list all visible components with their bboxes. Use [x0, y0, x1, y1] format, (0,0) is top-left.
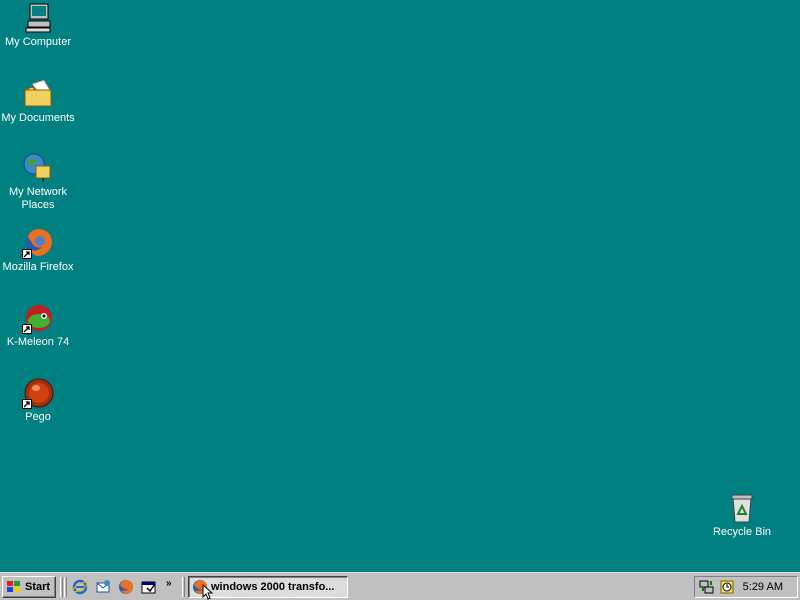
kmeleon-icon — [22, 302, 54, 334]
desktop-icon-pego[interactable]: Pego — [0, 377, 76, 424]
pego-icon — [22, 377, 54, 409]
desktop-icon-label: Pego — [25, 411, 51, 423]
desktop-icon-label: My Computer — [4, 36, 72, 48]
desktop-icon-recycle-bin[interactable]: Recycle Bin — [704, 492, 780, 539]
desktop-icon-mozilla-firefox[interactable]: Mozilla Firefox — [0, 227, 76, 274]
scheduler-tray-icon[interactable] — [719, 579, 735, 595]
start-label: Start — [25, 581, 51, 593]
mouse-cursor-icon — [202, 584, 214, 600]
network-tray-icon[interactable] — [699, 579, 715, 595]
desktop-icon-my-documents[interactable]: My Documents — [0, 78, 76, 125]
desktop-icon-label: Mozilla Firefox — [2, 261, 74, 273]
shortcut-arrow-icon — [22, 399, 32, 409]
shortcut-arrow-icon — [22, 324, 32, 334]
desktop-icon-k-meleon[interactable]: K-Meleon 74 — [0, 302, 76, 349]
clock[interactable]: 5:29 AM — [743, 581, 783, 593]
outlook-express-icon[interactable] — [95, 579, 111, 595]
toolbar-grip[interactable] — [182, 577, 185, 597]
firefox-icon[interactable] — [118, 579, 134, 595]
taskbar: Start » windows 2000 transfo... 5:29 AM — [0, 572, 800, 600]
show-desktop-icon[interactable] — [141, 579, 157, 595]
task-button-label: windows 2000 transfo... — [211, 581, 335, 593]
firefox-icon — [22, 227, 54, 259]
quick-launch-overflow-button[interactable]: » — [166, 578, 172, 589]
windows-logo-icon — [7, 581, 20, 592]
desktop-icon-label: Recycle Bin — [712, 526, 772, 538]
documents-folder-icon — [22, 78, 54, 110]
recycle-bin-icon — [726, 492, 758, 524]
computer-icon — [22, 2, 54, 34]
system-tray: 5:29 AM — [694, 576, 798, 598]
desktop-icon-label: K-Meleon 74 — [6, 336, 70, 348]
desktop-icon-my-network-places[interactable]: My Network Places — [0, 152, 76, 212]
internet-explorer-icon[interactable] — [72, 579, 88, 595]
desktop-icon-label: My Documents — [1, 112, 75, 124]
toolbar-grip[interactable] — [64, 577, 67, 597]
desktop-icon-label: My Network Places — [8, 186, 68, 211]
desktop[interactable]: My Computer My Documents My Network Plac… — [0, 0, 800, 572]
start-button[interactable]: Start — [2, 576, 56, 598]
toolbar-grip[interactable] — [60, 577, 63, 597]
network-places-icon — [22, 152, 54, 184]
shortcut-arrow-icon — [22, 249, 32, 259]
desktop-icon-my-computer[interactable]: My Computer — [0, 2, 76, 49]
